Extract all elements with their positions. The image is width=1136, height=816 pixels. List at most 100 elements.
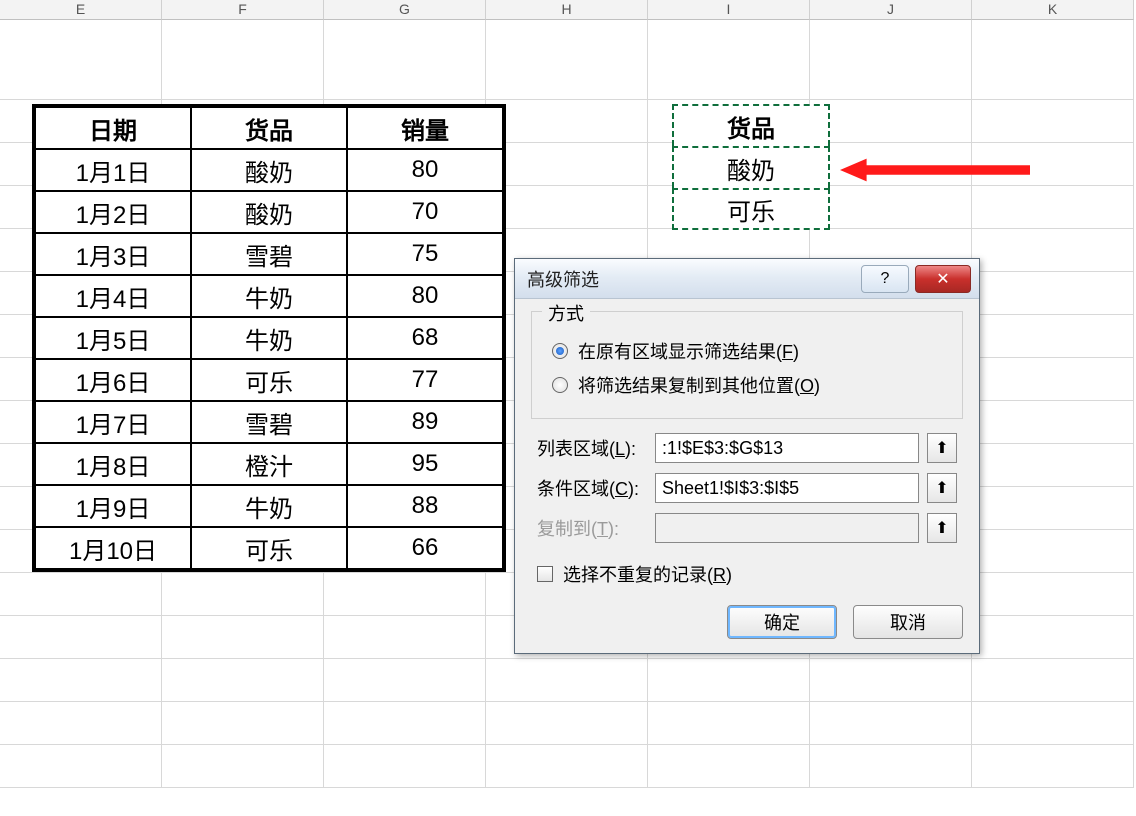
- grid-cell[interactable]: [486, 745, 648, 788]
- cell-date[interactable]: 1月3日: [35, 233, 191, 275]
- cell-date[interactable]: 1月6日: [35, 359, 191, 401]
- cell-sales[interactable]: 95: [347, 443, 503, 485]
- cell-sales[interactable]: 66: [347, 527, 503, 569]
- grid-cell[interactable]: [972, 358, 1134, 401]
- col-header-G[interactable]: G: [324, 0, 486, 20]
- cell-date[interactable]: 1月10日: [35, 527, 191, 569]
- cell-sales[interactable]: 77: [347, 359, 503, 401]
- table-row[interactable]: 1月4日牛奶80: [35, 275, 503, 317]
- col-header-K[interactable]: K: [972, 0, 1134, 20]
- cell-sales[interactable]: 75: [347, 233, 503, 275]
- table-row[interactable]: 1月2日酸奶70: [35, 191, 503, 233]
- criteria-range-input[interactable]: Sheet1!$I$3:$I$5: [655, 473, 919, 503]
- grid-cell[interactable]: [162, 616, 324, 659]
- cell-product[interactable]: 可乐: [191, 359, 347, 401]
- cell-product[interactable]: 酸奶: [191, 149, 347, 191]
- advanced-filter-dialog[interactable]: 高级筛选 ? ✕ 方式 在原有区域显示筛选结果(F) 将筛选结果复制到其他位置(…: [514, 258, 980, 654]
- grid-cell[interactable]: [162, 659, 324, 702]
- cell-date[interactable]: 1月1日: [35, 149, 191, 191]
- grid-cell[interactable]: [972, 487, 1134, 530]
- table-row[interactable]: 1月8日橙汁95: [35, 443, 503, 485]
- grid-cell[interactable]: [486, 659, 648, 702]
- cancel-button[interactable]: 取消: [853, 605, 963, 639]
- grid-cell[interactable]: [0, 659, 162, 702]
- grid-row[interactable]: [0, 745, 1136, 788]
- cell-product[interactable]: 牛奶: [191, 275, 347, 317]
- grid-row[interactable]: [0, 659, 1136, 702]
- header-product[interactable]: 货品: [191, 107, 347, 149]
- grid-cell[interactable]: [810, 20, 972, 100]
- cell-product[interactable]: 雪碧: [191, 233, 347, 275]
- grid-cell[interactable]: [162, 745, 324, 788]
- grid-cell[interactable]: [0, 20, 162, 100]
- grid-cell[interactable]: [972, 573, 1134, 616]
- grid-cell[interactable]: [810, 659, 972, 702]
- grid-cell[interactable]: [162, 573, 324, 616]
- cell-product[interactable]: 可乐: [191, 527, 347, 569]
- header-date[interactable]: 日期: [35, 107, 191, 149]
- grid-cell[interactable]: [648, 186, 810, 229]
- header-sales[interactable]: 销量: [347, 107, 503, 149]
- grid-cell[interactable]: [810, 745, 972, 788]
- grid-cell[interactable]: [324, 573, 486, 616]
- ok-button[interactable]: 确定: [727, 605, 837, 639]
- grid-cell[interactable]: [972, 100, 1134, 143]
- cell-date[interactable]: 1月2日: [35, 191, 191, 233]
- col-header-F[interactable]: F: [162, 0, 324, 20]
- table-row[interactable]: 1月10日可乐66: [35, 527, 503, 569]
- grid-cell[interactable]: [486, 100, 648, 143]
- table-row[interactable]: 1月6日可乐77: [35, 359, 503, 401]
- cell-sales[interactable]: 80: [347, 149, 503, 191]
- grid-cell[interactable]: [648, 745, 810, 788]
- grid-cell[interactable]: [972, 186, 1134, 229]
- checkbox-icon[interactable]: [537, 566, 553, 582]
- grid-cell[interactable]: [0, 573, 162, 616]
- grid-cell[interactable]: [486, 186, 648, 229]
- cell-date[interactable]: 1月5日: [35, 317, 191, 359]
- col-header-H[interactable]: H: [486, 0, 648, 20]
- dialog-titlebar[interactable]: 高级筛选 ? ✕: [515, 259, 979, 299]
- grid-cell[interactable]: [972, 20, 1134, 100]
- grid-cell[interactable]: [648, 702, 810, 745]
- col-header-E[interactable]: E: [0, 0, 162, 20]
- grid-cell[interactable]: [972, 229, 1134, 272]
- grid-cell[interactable]: [810, 702, 972, 745]
- grid-cell[interactable]: [648, 143, 810, 186]
- criteria-range-picker-button[interactable]: ⬆: [927, 473, 957, 503]
- help-button[interactable]: ?: [861, 265, 909, 293]
- table-row[interactable]: 1月3日雪碧75: [35, 233, 503, 275]
- grid-row[interactable]: [0, 20, 1136, 100]
- table-row[interactable]: 1月1日酸奶80: [35, 149, 503, 191]
- cell-date[interactable]: 1月8日: [35, 443, 191, 485]
- cell-date[interactable]: 1月4日: [35, 275, 191, 317]
- grid-cell[interactable]: [810, 100, 972, 143]
- grid-cell[interactable]: [972, 616, 1134, 659]
- cell-sales[interactable]: 89: [347, 401, 503, 443]
- grid-cell[interactable]: [972, 745, 1134, 788]
- list-range-input[interactable]: :1!$E$3:$G$13: [655, 433, 919, 463]
- grid-cell[interactable]: [648, 659, 810, 702]
- grid-cell[interactable]: [0, 616, 162, 659]
- cell-product[interactable]: 牛奶: [191, 317, 347, 359]
- grid-cell[interactable]: [486, 702, 648, 745]
- close-button[interactable]: ✕: [915, 265, 971, 293]
- grid-cell[interactable]: [972, 530, 1134, 573]
- table-row[interactable]: 1月9日牛奶88: [35, 485, 503, 527]
- grid-cell[interactable]: [324, 745, 486, 788]
- col-header-J[interactable]: J: [810, 0, 972, 20]
- cell-product[interactable]: 酸奶: [191, 191, 347, 233]
- cell-product[interactable]: 雪碧: [191, 401, 347, 443]
- grid-cell[interactable]: [810, 186, 972, 229]
- grid-cell[interactable]: [162, 20, 324, 100]
- cell-date[interactable]: 1月9日: [35, 485, 191, 527]
- cell-product[interactable]: 橙汁: [191, 443, 347, 485]
- grid-cell[interactable]: [486, 20, 648, 100]
- cell-sales[interactable]: 70: [347, 191, 503, 233]
- grid-cell[interactable]: [324, 616, 486, 659]
- table-row[interactable]: 1月5日牛奶68: [35, 317, 503, 359]
- cell-sales[interactable]: 68: [347, 317, 503, 359]
- grid-cell[interactable]: [324, 702, 486, 745]
- grid-row[interactable]: [0, 702, 1136, 745]
- table-row[interactable]: 1月7日雪碧89: [35, 401, 503, 443]
- cell-sales[interactable]: 80: [347, 275, 503, 317]
